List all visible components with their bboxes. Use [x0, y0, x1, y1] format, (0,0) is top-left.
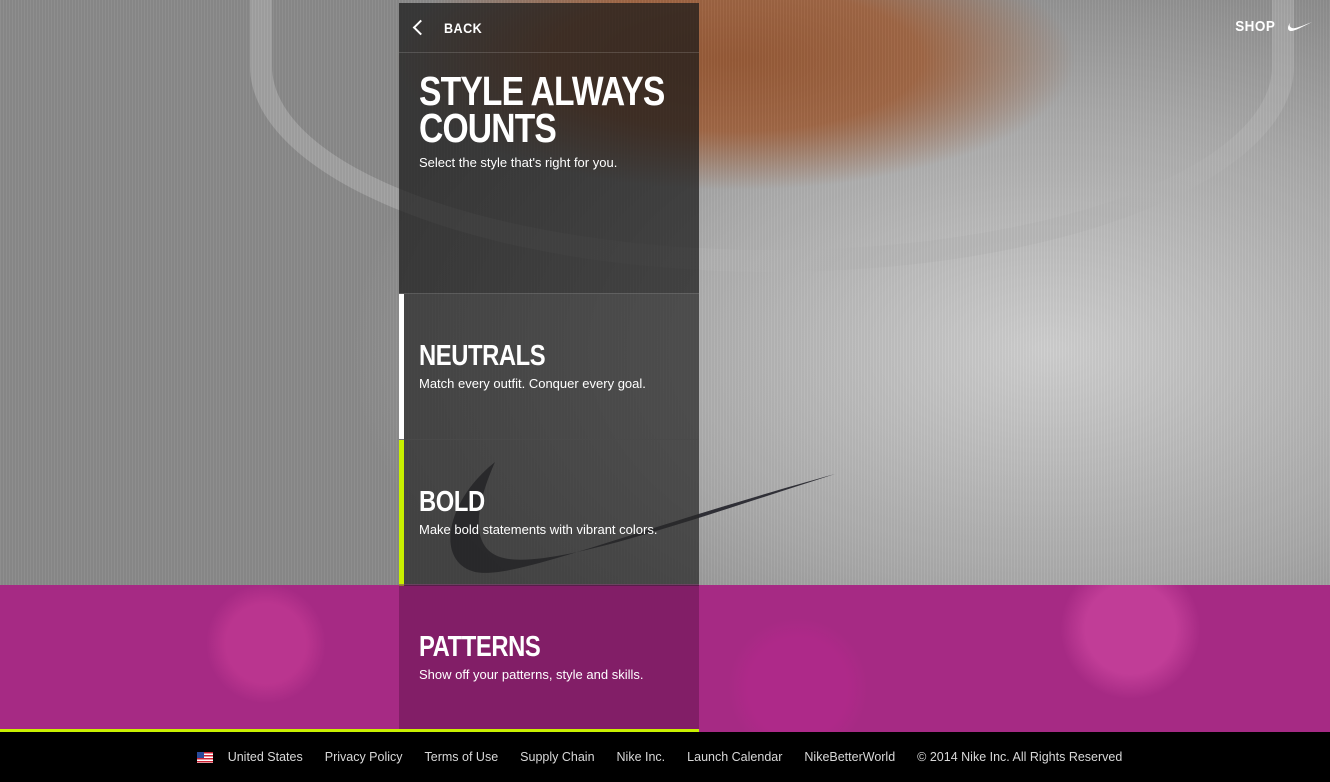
country-label: United States	[227, 750, 303, 764]
footer: United States Privacy Policy Terms of Us…	[0, 732, 1330, 782]
shop-link[interactable]: SHOP	[1233, 18, 1312, 35]
footer-link-nike-inc[interactable]: Nike Inc.	[617, 750, 666, 764]
shop-label: SHOP	[1235, 18, 1276, 35]
footer-link-privacy[interactable]: Privacy Policy	[325, 750, 403, 764]
option-accent-bar	[399, 294, 404, 440]
us-flag-icon	[196, 751, 213, 763]
swoosh-icon	[1288, 21, 1312, 31]
footer-link-launch-calendar[interactable]: Launch Calendar	[687, 750, 782, 764]
footer-copyright: © 2014 Nike Inc. All Rights Reserved	[917, 750, 1123, 764]
option-description: Match every outfit. Conquer every goal.	[419, 376, 646, 391]
footer-link-nikebetterworld[interactable]: NikeBetterWorld	[804, 750, 895, 764]
footer-link-terms[interactable]: Terms of Use	[425, 750, 499, 764]
back-label: BACK	[444, 19, 483, 36]
option-title: BOLD	[419, 486, 485, 518]
option-bold[interactable]: BOLD Make bold statements with vibrant c…	[399, 439, 699, 586]
option-description: Show off your patterns, style and skills…	[419, 667, 644, 682]
option-title: PATTERNS	[419, 631, 541, 663]
option-description: Make bold statements with vibrant colors…	[419, 522, 658, 537]
page-subtitle: Select the style that's right for you.	[419, 155, 618, 170]
back-button[interactable]: BACK	[399, 3, 699, 53]
country-selector[interactable]: United States	[196, 750, 303, 764]
intro-panel: BACK STYLE ALWAYS COUNTS Select the styl…	[399, 3, 699, 293]
option-neutrals[interactable]: NEUTRALS Match every outfit. Conquer eve…	[399, 293, 699, 440]
footer-link-supply-chain[interactable]: Supply Chain	[520, 750, 594, 764]
option-title: NEUTRALS	[419, 340, 546, 372]
page-title: STYLE ALWAYS COUNTS	[419, 68, 665, 151]
option-patterns[interactable]: PATTERNS Show off your patterns, style a…	[399, 584, 699, 731]
option-accent-bar	[399, 440, 404, 586]
chevron-left-icon	[412, 19, 429, 36]
